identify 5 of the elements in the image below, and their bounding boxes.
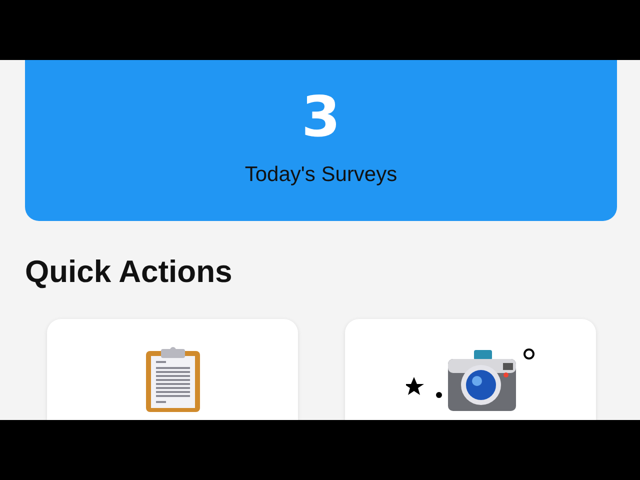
section-heading: Quick Actions [25, 254, 234, 290]
stat-value: 3 [302, 86, 340, 150]
clipboard-icon [144, 347, 200, 413]
stat-label: Today's Surveys [244, 162, 398, 188]
camera-sparkle-icon [406, 347, 536, 411]
